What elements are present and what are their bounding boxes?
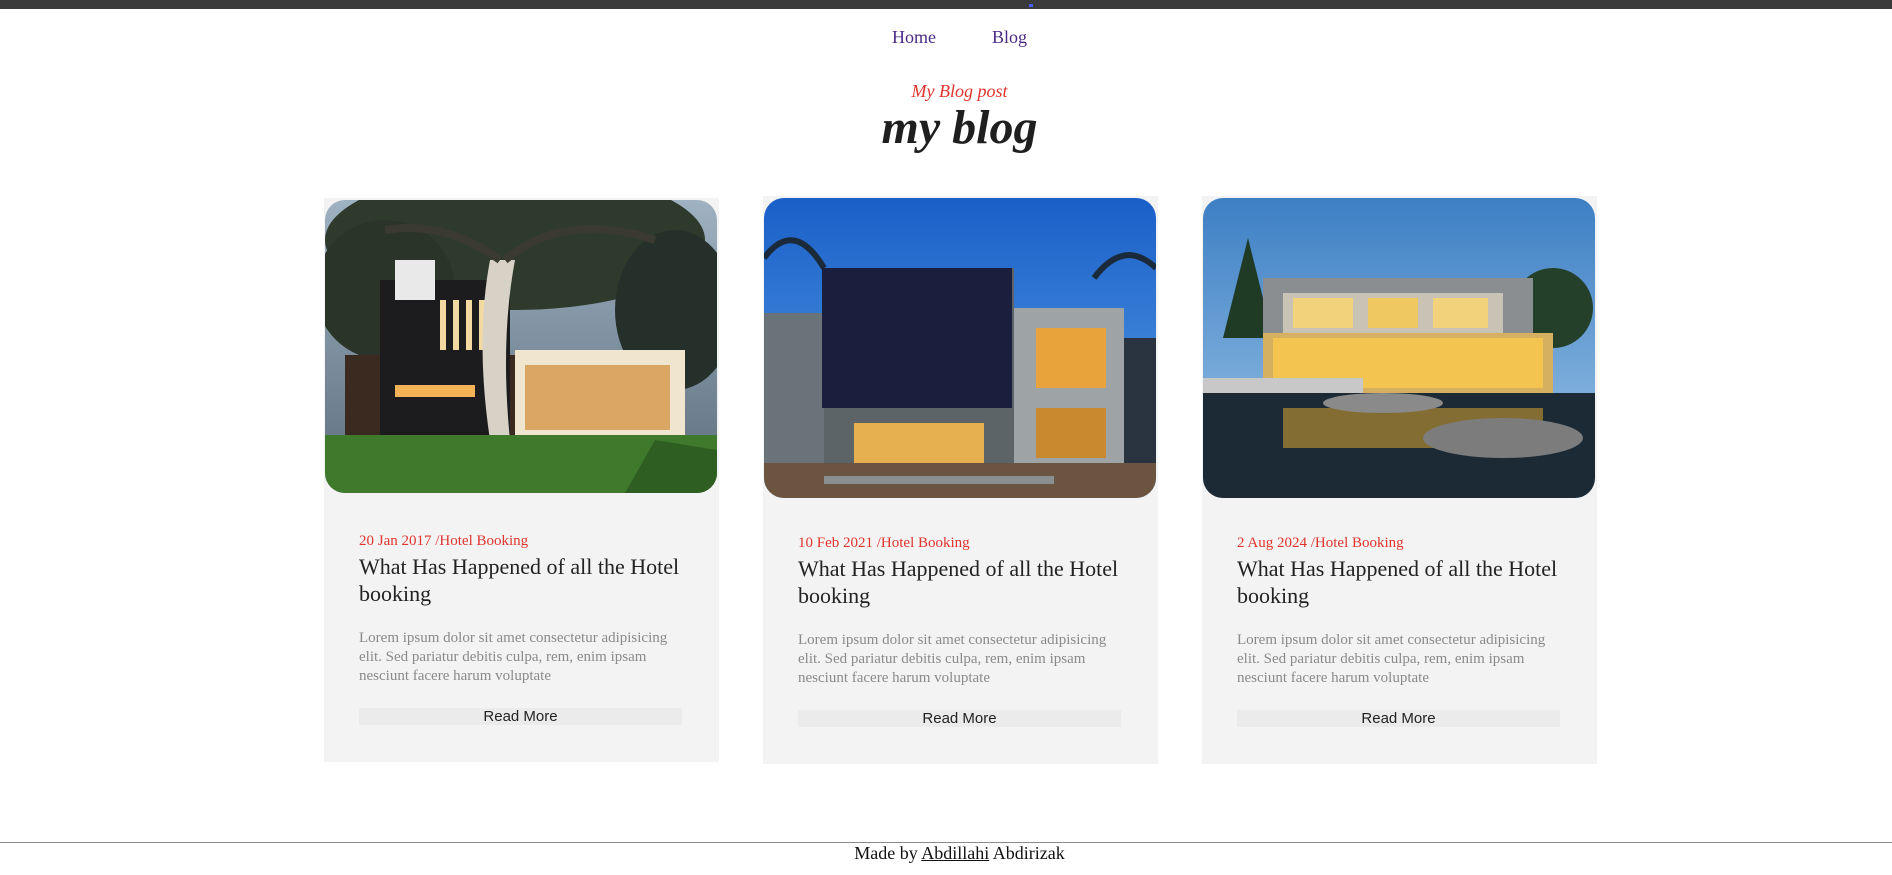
nav-home-link[interactable]: Home <box>892 27 936 48</box>
post-meta: 2 Aug 2024 /Hotel Booking <box>1237 535 1404 552</box>
blog-card: 10 Feb 2021 /Hotel Booking What Has Happ… <box>763 196 1158 764</box>
post-excerpt: Lorem ipsum dolor sit amet consectetur a… <box>1237 632 1546 686</box>
post-meta: 20 Jan 2017 /Hotel Booking <box>359 533 528 550</box>
post-date: 2 Aug 2024 <box>1237 535 1308 551</box>
post-category: /Hotel Booking <box>431 533 529 549</box>
post-image-cube-house <box>764 198 1156 498</box>
post-title: What Has Happened of all the Hotel booki… <box>798 556 1119 608</box>
post-date: 10 Feb 2021 <box>798 535 873 551</box>
post-title: What Has Happened of all the Hotel booki… <box>359 554 680 606</box>
nav-blog-link[interactable]: Blog <box>992 27 1027 48</box>
post-image-house-tree <box>325 200 717 493</box>
post-excerpt: Lorem ipsum dolor sit amet consectetur a… <box>798 632 1107 686</box>
post-title: What Has Happened of all the Hotel booki… <box>1237 556 1558 608</box>
footer-suffix: Abdirizak <box>989 843 1065 863</box>
author-link[interactable]: Abdillahi <box>921 843 989 863</box>
page-title: my blog <box>881 101 1038 154</box>
main-nav: Home Blog <box>0 25 1892 51</box>
post-image-villa-pool <box>1203 198 1595 498</box>
post-date: 20 Jan 2017 <box>359 533 432 549</box>
blog-card: 2 Aug 2024 /Hotel Booking What Has Happe… <box>1202 196 1597 764</box>
post-category: /Hotel Booking <box>873 535 970 551</box>
read-more-button[interactable]: Read More <box>359 708 682 725</box>
page-subtitle: My Blog post <box>911 81 1008 101</box>
read-more-button[interactable]: Read More <box>1237 710 1560 727</box>
top-bar-indicator <box>1029 4 1033 7</box>
top-bar <box>0 0 1892 9</box>
footer: Made by Abdillahi Abdirizak <box>0 843 1892 864</box>
post-meta: 10 Feb 2021 /Hotel Booking <box>798 535 970 552</box>
footer-prefix: Made by <box>854 843 922 863</box>
post-category: /Hotel Booking <box>1307 535 1404 551</box>
read-more-button[interactable]: Read More <box>798 710 1121 727</box>
post-excerpt: Lorem ipsum dolor sit amet consectetur a… <box>359 630 668 684</box>
blog-card: 20 Jan 2017 /Hotel Booking What Has Happ… <box>324 198 719 762</box>
